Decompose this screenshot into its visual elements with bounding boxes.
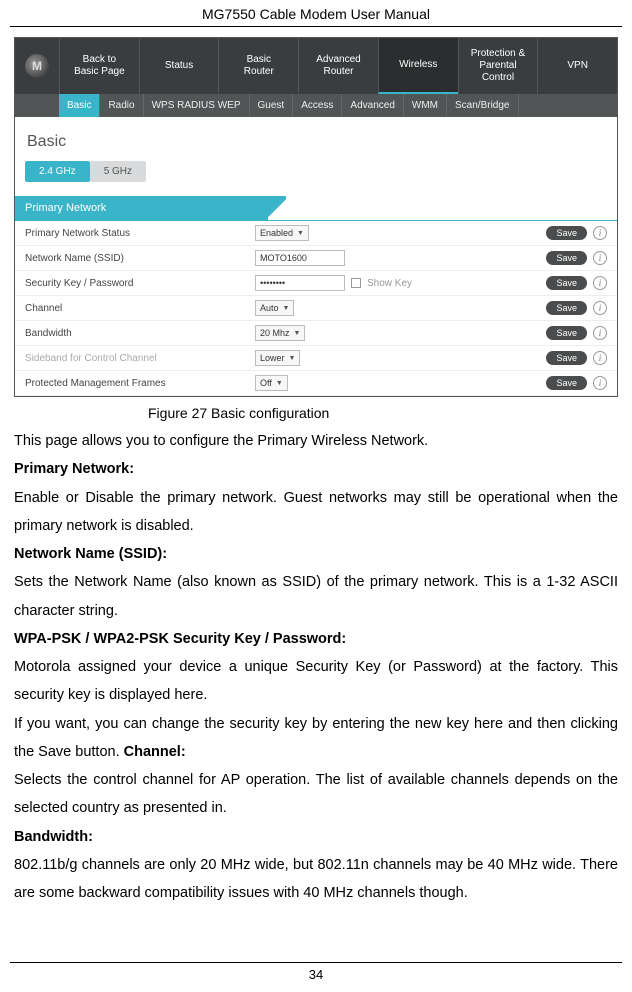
manual-header: MG7550 Cable Modem User Manual [10, 0, 622, 27]
info-icon[interactable]: i [593, 251, 607, 265]
heading-network-name: Network Name (SSID): [14, 546, 167, 562]
chevron-down-icon: ▼ [276, 380, 283, 387]
paragraph-security-key-a: Motorola assigned your device a unique S… [14, 659, 618, 703]
save-button[interactable]: Save [546, 251, 587, 265]
pmf-select[interactable]: Off ▼ [255, 375, 288, 391]
save-button[interactable]: Save [546, 376, 587, 390]
sub-nav-bar: Basic Radio WPS RADIUS WEP Guest Access … [15, 94, 617, 117]
paragraph-primary-network: Enable or Disable the primary network. G… [14, 490, 618, 534]
nav-vpn[interactable]: VPN [537, 38, 617, 94]
nav-protection-parental[interactable]: Protection & Parental Control [458, 38, 538, 94]
heading-bandwidth: Bandwidth: [14, 829, 93, 845]
select-value: Enabled [260, 228, 293, 238]
info-icon[interactable]: i [593, 326, 607, 340]
subnav-radio[interactable]: Radio [100, 94, 143, 117]
page-title: Basic [15, 117, 617, 161]
info-icon[interactable]: i [593, 351, 607, 365]
save-button[interactable]: Save [546, 276, 587, 290]
row-label: Sideband for Control Channel [25, 353, 255, 364]
frequency-tabs: 2.4 GHz 5 GHz [15, 161, 617, 196]
row-channel: Channel Auto ▼ Save i [15, 296, 617, 321]
paragraph-bandwidth: 802.11b/g channels are only 20 MHz wide,… [14, 857, 618, 901]
nav-label-line2: Router [324, 66, 354, 78]
nav-wireless[interactable]: Wireless [378, 38, 458, 94]
chevron-down-icon: ▼ [283, 305, 290, 312]
row-label: Security Key / Password [25, 278, 255, 289]
subnav-scan-bridge[interactable]: Scan/Bridge [447, 94, 518, 117]
nav-back-to-basic[interactable]: Back to Basic Page [59, 38, 139, 94]
save-button[interactable]: Save [546, 301, 587, 315]
row-label: Network Name (SSID) [25, 253, 255, 264]
save-button[interactable]: Save [546, 226, 587, 240]
row-label: Channel [25, 303, 255, 314]
nav-label-line1: VPN [567, 60, 588, 72]
info-icon[interactable]: i [593, 376, 607, 390]
save-button[interactable]: Save [546, 326, 587, 340]
show-key-checkbox[interactable] [351, 278, 361, 288]
nav-advanced-router[interactable]: Advanced Router [298, 38, 378, 94]
heading-channel-inline: Channel: [124, 744, 186, 760]
primary-network-status-select[interactable]: Enabled ▼ [255, 225, 309, 241]
nav-status[interactable]: Status [139, 38, 219, 94]
security-key-input[interactable]: •••••••• [255, 275, 345, 291]
heading-primary-network: Primary Network: [14, 461, 134, 477]
select-value: Off [260, 378, 272, 388]
row-bandwidth: Bandwidth 20 Mhz ▼ Save i [15, 321, 617, 346]
nav-label-line1: Basic [247, 54, 271, 66]
subnav-access[interactable]: Access [293, 94, 342, 117]
page-number: 34 [10, 962, 622, 982]
nav-label-line1: Status [165, 60, 193, 72]
select-value: 20 Mhz [260, 328, 290, 338]
row-label: Bandwidth [25, 328, 255, 339]
heading-security-key: WPA-PSK / WPA2-PSK Security Key / Passwo… [14, 631, 346, 647]
manual-body-text: This page allows you to configure the Pr… [0, 427, 632, 908]
row-security-key: Security Key / Password •••••••• Show Ke… [15, 271, 617, 296]
paragraph-security-key-b: If you want, you can change the security… [14, 716, 618, 760]
chevron-down-icon: ▼ [294, 330, 301, 337]
figure-caption: Figure 27 Basic configuration [0, 397, 632, 427]
info-icon[interactable]: i [593, 301, 607, 315]
panel-primary-network-header: Primary Network [15, 196, 617, 221]
subnav-wps-radius-wep[interactable]: WPS RADIUS WEP [144, 94, 250, 117]
chevron-down-icon: ▼ [297, 230, 304, 237]
tab-5ghz[interactable]: 5 GHz [90, 161, 146, 182]
nav-label-line2: Basic Page [74, 66, 125, 78]
intro-text: This page allows you to configure the Pr… [14, 433, 428, 449]
subnav-basic[interactable]: Basic [59, 94, 100, 117]
info-icon[interactable]: i [593, 276, 607, 290]
bandwidth-select[interactable]: 20 Mhz ▼ [255, 325, 305, 341]
select-value: Lower [260, 353, 285, 363]
row-network-name-ssid: Network Name (SSID) MOTO1600 Save i [15, 246, 617, 271]
row-primary-network-status: Primary Network Status Enabled ▼ Save i [15, 221, 617, 246]
save-button[interactable]: Save [546, 351, 587, 365]
motorola-logo-icon: M [25, 54, 49, 78]
row-label: Primary Network Status [25, 228, 255, 239]
nav-basic-router[interactable]: Basic Router [218, 38, 298, 94]
row-sideband-control-channel: Sideband for Control Channel Lower ▼ Sav… [15, 346, 617, 371]
ssid-input[interactable]: MOTO1600 [255, 250, 345, 266]
show-key-label: Show Key [367, 278, 412, 289]
subnav-wmm[interactable]: WMM [404, 94, 447, 117]
subnav-advanced[interactable]: Advanced [342, 94, 403, 117]
nav-label-line1: Wireless [399, 59, 437, 71]
nav-label-line1: Protection & [471, 48, 525, 60]
brand-logo: M [15, 38, 59, 94]
nav-label-line1: Back to [83, 54, 116, 66]
paragraph-network-name: Sets the Network Name (also known as SSI… [14, 574, 618, 618]
info-icon[interactable]: i [593, 226, 607, 240]
nav-label-line2: Parental Control [463, 60, 534, 84]
router-ui-screenshot: M Back to Basic Page Status Basic Router… [14, 37, 618, 397]
channel-select[interactable]: Auto ▼ [255, 300, 294, 316]
row-label: Protected Management Frames [25, 378, 255, 389]
subnav-guest[interactable]: Guest [250, 94, 294, 117]
row-protected-mgmt-frames: Protected Management Frames Off ▼ Save i [15, 371, 617, 396]
sideband-select[interactable]: Lower ▼ [255, 350, 300, 366]
nav-label-line2: Router [244, 66, 274, 78]
nav-label-line1: Advanced [316, 54, 360, 66]
paragraph-channel: Selects the control channel for AP opera… [14, 772, 618, 816]
select-value: Auto [260, 303, 279, 313]
chevron-down-icon: ▼ [289, 355, 296, 362]
top-nav-bar: M Back to Basic Page Status Basic Router… [15, 38, 617, 94]
tab-2-4ghz[interactable]: 2.4 GHz [25, 161, 90, 182]
